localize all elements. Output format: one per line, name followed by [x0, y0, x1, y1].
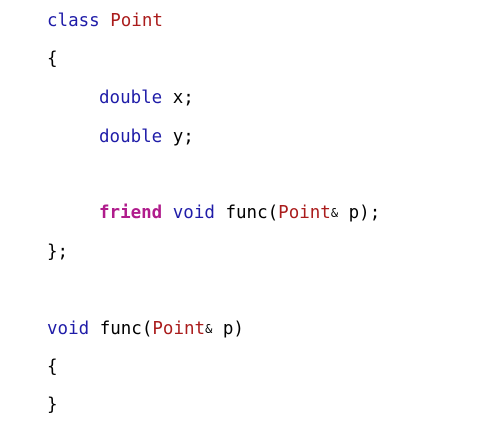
param-rest: p); [348, 203, 381, 223]
function-name: func( [225, 203, 279, 223]
close-brace-semicolon: }; [47, 242, 69, 262]
member-x: x; [172, 88, 194, 108]
param-type: Point [278, 203, 331, 223]
code-line-func-open: { [47, 355, 58, 379]
close-brace: } [47, 395, 58, 415]
keyword-void: void [47, 319, 90, 339]
ampersand: & [330, 206, 339, 220]
param-rest: p) [222, 319, 244, 339]
code-line-member-y: double y; [99, 125, 194, 149]
code-line-close-class: }; [47, 240, 68, 264]
code-line-member-x: double x; [99, 86, 194, 110]
code-line-func-def: void func(Point& p) [47, 317, 244, 341]
keyword-double: double [99, 88, 163, 108]
keyword-friend: friend [99, 203, 163, 223]
code-block: class Point { double x; double y; friend… [0, 0, 484, 423]
open-brace: { [47, 357, 58, 377]
param-type: Point [152, 319, 206, 339]
function-name: func( [99, 319, 153, 339]
member-y: y; [172, 127, 194, 147]
code-line-friend-decl: friend void func(Point& p); [99, 201, 380, 225]
keyword-void: void [172, 203, 215, 223]
code-line-open-brace: { [47, 47, 58, 71]
open-brace: { [47, 49, 58, 69]
code-line-func-close: } [47, 393, 58, 417]
ampersand: & [205, 322, 213, 336]
code-line-class-decl: class Point [47, 9, 163, 33]
keyword-double: double [99, 127, 163, 147]
class-name: Point [110, 11, 163, 31]
keyword-class: class [47, 11, 100, 31]
